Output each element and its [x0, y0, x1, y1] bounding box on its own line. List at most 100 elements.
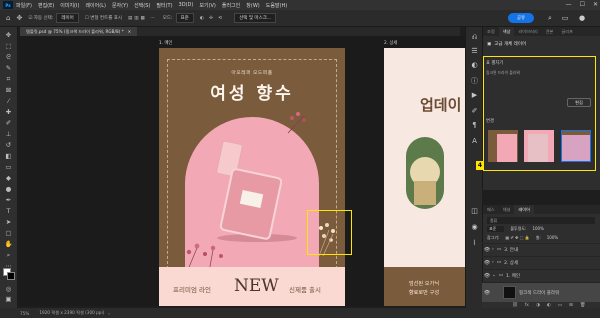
layer-row-3[interactable]: 👁 ⌄ ▭ 1. 메인 [482, 269, 600, 281]
tab-swatches[interactable]: 견본 [542, 29, 558, 35]
screen-mode-icon[interactable]: ▣ [3, 295, 14, 303]
artboard1-label[interactable]: 1. 메인 [159, 40, 172, 46]
layers-icon[interactable]: ◫ [470, 207, 479, 216]
delete-icon[interactable]: 🗑 [580, 303, 586, 308]
shape-tool-icon[interactable]: ▢ [3, 229, 14, 237]
layer-row-2[interactable]: 👁 › ▭ 2. 상세 [482, 256, 600, 268]
transform-section[interactable]: 변경 [486, 118, 494, 124]
share-button[interactable]: 공유 [508, 13, 534, 23]
menu-plugins[interactable]: 플러그인 [222, 2, 240, 9]
history-brush-tool-icon[interactable]: ↺ [3, 141, 14, 149]
auto-select-checkbox[interactable]: ☑ 자동 선택: [28, 15, 53, 21]
type-tool-icon[interactable]: T [3, 207, 14, 215]
quick-select-tool-icon[interactable]: ✎ [3, 64, 14, 72]
opacity-value[interactable]: 100% [532, 226, 543, 232]
tab-libraries[interactable]: 라이브러리 [514, 29, 541, 35]
pen-tool-icon[interactable]: ✒ [3, 196, 14, 204]
healing-tool-icon[interactable]: ✚ [3, 108, 14, 116]
menu-view[interactable]: 보기(V) [199, 2, 216, 9]
adjustments-icon[interactable]: ◐ [470, 61, 479, 70]
layer-row-4-selected[interactable]: 👁 핑크색 드라이 플라워 [482, 282, 600, 302]
properties-icon[interactable]: ☰ [470, 47, 479, 56]
comps-section[interactable]: 표 펼치기 [486, 60, 503, 66]
maximize-icon[interactable]: ☐ [580, 1, 585, 8]
lasso-tool-icon[interactable]: ᘓ [3, 53, 14, 61]
background-color-swatch[interactable] [7, 272, 15, 280]
tab-adjust[interactable]: 조정 [483, 29, 499, 35]
menu-edit[interactable]: 편집(E) [38, 2, 54, 9]
tab-paths[interactable]: 패스 [483, 207, 499, 213]
workspace-icon[interactable]: ▭ [560, 13, 570, 23]
blend-mode-dropdown[interactable]: 표준 [487, 226, 505, 232]
history-icon[interactable]: ⎌ [470, 33, 479, 42]
menu-help[interactable]: 도움말(H) [266, 2, 287, 9]
3d-mode-icons[interactable]: ◐ ✣ ⟲ [200, 16, 224, 21]
eyedropper-tool-icon[interactable]: ⁄ [3, 97, 14, 105]
mode-dropdown[interactable]: 표준 [175, 13, 194, 23]
search-icon[interactable]: ⌕ [545, 13, 555, 23]
document-tab[interactable]: 템플릿.psd @ 75% (핑크색 드라이 플라워, RGB/8) * ✕ [20, 27, 138, 36]
mask-icon[interactable]: ◑ [536, 303, 540, 308]
adjustment-icon[interactable]: ◐ [547, 303, 551, 308]
group-arrow-icon[interactable]: › [492, 260, 494, 265]
group-arrow-icon[interactable]: ⌄ [492, 273, 496, 278]
visibility-eye-icon[interactable]: 👁 [482, 247, 492, 253]
tab-channels[interactable]: 채널 [499, 207, 515, 213]
auto-select-dropdown[interactable]: 레이어 [56, 13, 79, 23]
quick-mask-icon[interactable]: ◎ [3, 285, 14, 293]
clone-stamp-tool-icon[interactable]: ⊥ [3, 130, 14, 138]
fx-icon[interactable]: fx [525, 303, 529, 308]
select-mask-button[interactable]: 선택 및 마스크... [234, 13, 277, 23]
crop-tool-icon[interactable]: ⌗ [3, 75, 14, 83]
group-arrow-icon[interactable]: › [492, 247, 494, 252]
tab-layers[interactable]: 레이어 [514, 205, 534, 214]
artboard-main[interactable]: 아모레퍼 모드퍼퓸 여성 향수 프리미엄 라인 NEW 신제품 출시 [159, 48, 345, 306]
zoom-tool-icon[interactable]: ⌕ [3, 251, 14, 259]
menu-3d[interactable]: 3D(D) [179, 2, 194, 8]
paths-icon[interactable]: ⌇ [470, 239, 479, 248]
layer-filter-input[interactable]: 종류 [487, 217, 595, 224]
align-icons[interactable]: ▤▥▦ ⋯ [128, 16, 157, 21]
path-select-tool-icon[interactable]: ➤ [3, 218, 14, 226]
info-icon[interactable]: ⓘ [470, 77, 479, 86]
user-icon[interactable]: ● [577, 13, 587, 23]
thumb-3[interactable] [561, 130, 591, 162]
menu-type[interactable]: 문자(Y) [112, 2, 128, 9]
frame-tool-icon[interactable]: ⊠ [3, 86, 14, 94]
menu-image[interactable]: 이미지(I) [60, 2, 79, 9]
hand-tool-icon[interactable]: ✋ [3, 240, 14, 248]
menu-file[interactable]: 파일(F) [16, 2, 32, 9]
lock-icons[interactable]: ▦ ✐ ✥ ⬚ 🔒 [505, 235, 529, 241]
close-tab-icon[interactable]: ✕ [128, 29, 132, 34]
blur-tool-icon[interactable]: ◆ [3, 174, 14, 182]
visibility-eye-icon[interactable]: 👁 [482, 290, 492, 296]
menu-filter[interactable]: 필터(T) [156, 2, 172, 9]
zoom-level[interactable]: 75% [20, 311, 29, 316]
close-icon[interactable]: ✕ [593, 1, 598, 8]
artboard-tool-icon[interactable]: ⬚ [3, 42, 14, 50]
fill-value[interactable]: 100% [547, 235, 558, 241]
artboard-detail[interactable]: 업데이 엄선된 오가닉 향료로만 구성 [384, 48, 465, 306]
edit-contents-button[interactable]: 편집 [567, 98, 591, 107]
actions-icon[interactable]: ▶ [470, 91, 479, 100]
minimize-icon[interactable]: — [566, 1, 572, 8]
brush-settings-icon[interactable]: ✐ [470, 107, 479, 116]
paragraph-icon[interactable]: ¶ [470, 121, 479, 130]
character-icon[interactable]: A [470, 137, 479, 146]
status-arrow-icon[interactable]: › [108, 311, 110, 316]
brush-tool-icon[interactable]: ✐ [3, 119, 14, 127]
canvas-area[interactable]: 1. 메인 2. 상세 아모레퍼 모드퍼퓸 여성 향수 프리미엄 라인 NEW … [19, 36, 465, 306]
menu-layer[interactable]: 레이어(L) [85, 2, 106, 9]
transform-controls-checkbox[interactable]: ☐ 변형 컨트롤 표시 [85, 15, 122, 21]
eraser-tool-icon[interactable]: ◧ [3, 152, 14, 160]
thumb-1[interactable] [488, 130, 518, 162]
link-layers-icon[interactable]: ⛓ [512, 303, 518, 308]
new-group-icon[interactable]: ▭ [558, 303, 562, 308]
gradient-tool-icon[interactable]: ▭ [3, 163, 14, 171]
thumb-2[interactable] [524, 130, 554, 162]
layer-row-1[interactable]: 👁 › ▭ 3. 안내 [482, 243, 600, 255]
tab-glyphs[interactable]: 글리프 [557, 29, 577, 35]
dodge-tool-icon[interactable]: ● [3, 185, 14, 193]
channels-icon[interactable]: ◉ [470, 223, 479, 232]
menu-window[interactable]: 창(W) [246, 2, 259, 9]
